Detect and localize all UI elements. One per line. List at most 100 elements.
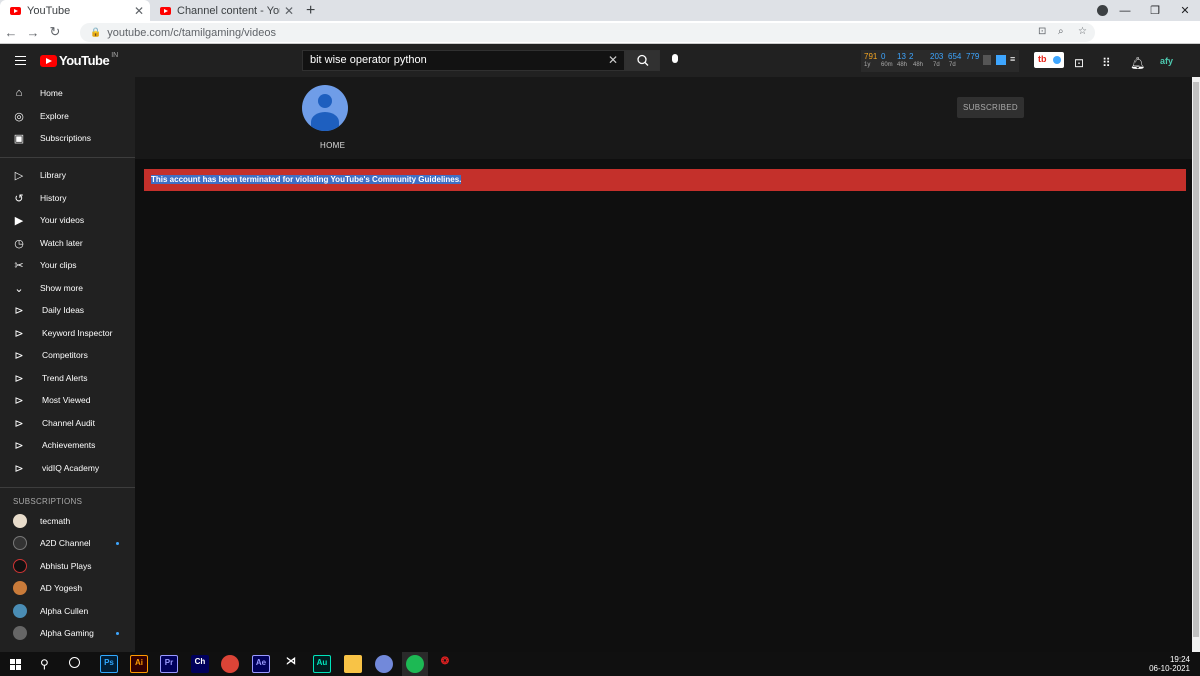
audition-icon[interactable]: Au (313, 655, 331, 673)
photoshop-icon[interactable]: Ps (100, 655, 118, 673)
tab-studio[interactable]: Channel content - YouTube Studio ✕ (150, 0, 300, 21)
windows-start-icon[interactable] (10, 659, 21, 670)
search-button[interactable] (625, 50, 660, 71)
tab-home[interactable]: HOME (320, 141, 345, 150)
close-tab-icon[interactable]: ✕ (134, 4, 144, 18)
sidebar-item-subscriptions[interactable]: ▣ Subscriptions (0, 127, 135, 149)
sidebar-item-keyword-inspector[interactable]: ⊳ Keyword Inspector (0, 322, 135, 344)
new-tab-icon[interactable]: + (306, 0, 315, 21)
stat-value: 203 (930, 52, 944, 61)
clear-search-icon[interactable]: ✕ (608, 51, 618, 70)
sidebar-item-label: Most Viewed (42, 395, 91, 405)
search-icon[interactable]: ⚲ (40, 657, 49, 671)
sidebar-item-daily-ideas[interactable]: ⊳ Daily Ideas (0, 299, 135, 321)
spotify-icon (406, 655, 424, 673)
zoom-icon[interactable]: ⌕ (1058, 26, 1064, 37)
cortana-icon[interactable] (69, 657, 80, 668)
alert-text: This account has been terminated for vio… (151, 175, 462, 184)
subscription-item[interactable]: AD Yogesh (0, 577, 135, 599)
sidebar-item-channel-audit[interactable]: ⊳ Channel Audit (0, 412, 135, 434)
tab-title: YouTube (27, 4, 71, 17)
chevron-down-icon: ⌄ (14, 282, 24, 295)
status-dot-icon (1053, 56, 1061, 64)
close-tab-icon[interactable]: ✕ (284, 4, 294, 18)
sidebar-item-label: Trend Alerts (42, 373, 88, 383)
hamburger-menu-icon[interactable] (15, 56, 26, 65)
sidebar-item-vidiq-academy[interactable]: ⊳ vidIQ Academy (0, 457, 135, 479)
compass-icon: ◎ (14, 110, 24, 123)
vidiq-menu-icon[interactable]: ≡ (1010, 54, 1015, 64)
vidiq-card-icon[interactable] (983, 55, 991, 65)
sidebar-item-your-videos[interactable]: ▶ Your videos (0, 209, 135, 231)
sidebar-item-label: Competitors (42, 350, 88, 360)
tubebuddy-button[interactable]: tb (1034, 52, 1064, 68)
file-explorer-icon[interactable] (344, 655, 362, 673)
premiere-icon[interactable]: Pr (160, 655, 178, 673)
redragon-icon[interactable]: ❂ (436, 655, 454, 673)
url-field[interactable]: 🔒 youtube.com/c/tamilgaming/videos ⊡ ⌕ ☆ (80, 23, 1095, 42)
forward-icon[interactable]: → (22, 25, 44, 40)
restore-icon[interactable]: ❐ (1140, 4, 1170, 17)
vidiq-icon: ⊳ (14, 304, 24, 317)
sidebar-item-achievements[interactable]: ⊳ Achievements (0, 434, 135, 456)
subscription-item[interactable]: tecmath (0, 510, 135, 532)
sidebar-item-label: Your clips (40, 260, 77, 270)
subscribed-button[interactable]: SUBSCRIBED (957, 97, 1024, 118)
library-icon: ▷ (14, 169, 24, 182)
sidebar-item-explore[interactable]: ◎ Explore (0, 105, 135, 127)
channel-avatar (13, 536, 27, 550)
logo-text: YouTube (59, 53, 110, 68)
scissors-icon: ✂ (14, 259, 24, 272)
sidebar-item-trend-alerts[interactable]: ⊳ Trend Alerts (0, 367, 135, 389)
vidiq-stats-widget[interactable]: 791 0 13 2 203 654 779 1y 60m 48h 48h 7d… (861, 50, 1019, 72)
discord-icon[interactable] (375, 655, 393, 673)
scrollbar[interactable] (1192, 77, 1200, 652)
subscription-item[interactable]: Abhistu Plays (0, 555, 135, 577)
install-icon[interactable]: ⊡ (1038, 26, 1046, 37)
vidiq-icon: ⊳ (14, 349, 24, 362)
channel-header: HOME SUBSCRIBED (135, 77, 1192, 159)
bookmark-star-icon[interactable]: ☆ (1078, 26, 1087, 37)
character-animator-icon[interactable]: Ch (191, 655, 209, 673)
subscription-item[interactable]: A2D Channel (0, 532, 135, 554)
back-icon[interactable]: ← (0, 25, 22, 40)
create-video-icon[interactable]: ⊡ (1074, 56, 1084, 70)
sidebar-item-library[interactable]: ▷ Library (0, 164, 135, 186)
notifications-bell-icon[interactable]: 🔔︎ (1130, 56, 1145, 70)
after-effects-icon[interactable]: Ae (252, 655, 270, 673)
sidebar-item-competitors[interactable]: ⊳ Competitors (0, 344, 135, 366)
sidebar-item-history[interactable]: ↺ History (0, 187, 135, 209)
divider (0, 487, 135, 488)
youtube-logo[interactable]: YouTube IN (40, 52, 118, 68)
subscription-item[interactable]: Alpha Cullen (0, 600, 135, 622)
vidiq-play-icon[interactable] (996, 55, 1006, 65)
reload-icon[interactable]: ↻ (44, 24, 66, 40)
profile-icon[interactable] (1097, 5, 1108, 16)
close-window-icon[interactable]: ✕ (1170, 4, 1200, 17)
sidebar-item-label: Achievements (42, 440, 96, 450)
sidebar-item-most-viewed[interactable]: ⊳ Most Viewed (0, 389, 135, 411)
search-input[interactable]: bit wise operator python ✕ (302, 50, 625, 71)
spotify-taskbar-button[interactable] (402, 652, 428, 676)
tab-youtube[interactable]: YouTube ✕ (0, 0, 150, 21)
sidebar-item-show-more[interactable]: ⌄ Show more (0, 277, 135, 299)
apps-grid-icon[interactable]: ⠿ (1102, 56, 1111, 70)
chrome-icon[interactable] (221, 655, 239, 673)
stat-span: 48h (913, 62, 924, 68)
minimize-icon[interactable]: — (1110, 5, 1140, 17)
sidebar-item-label: Show more (40, 283, 83, 293)
microphone-icon[interactable] (672, 54, 678, 63)
sidebar-item-your-clips[interactable]: ✂ Your clips (0, 254, 135, 276)
sidebar-item-watch-later[interactable]: ◷ Watch later (0, 232, 135, 254)
vidiq-icon: ⊳ (14, 372, 24, 385)
sidebar-item-home[interactable]: ⌂ Home (0, 82, 135, 104)
system-clock[interactable]: 19:24 06-10-2021 (1149, 655, 1190, 673)
vscode-icon[interactable]: ⋊ (282, 655, 300, 673)
scrollbar-thumb[interactable] (1193, 82, 1199, 637)
search-value: bit wise operator python (310, 54, 427, 66)
account-avatar-icon[interactable]: afy (1160, 56, 1173, 66)
search-icon (637, 54, 649, 66)
illustrator-icon[interactable]: Ai (130, 655, 148, 673)
vidiq-icon: ⊳ (14, 327, 24, 340)
subscription-item[interactable]: Alpha Gaming (0, 622, 135, 644)
